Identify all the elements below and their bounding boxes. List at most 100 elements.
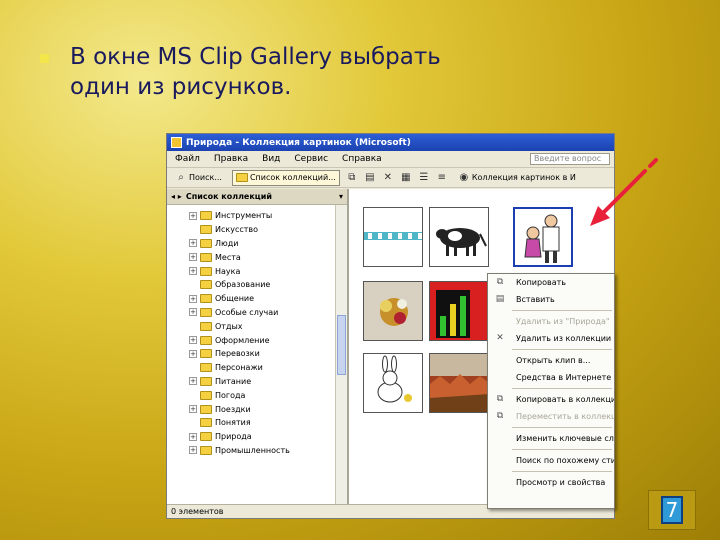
window-titlebar[interactable]: Природа - Коллекция картинок (Microsoft) [167,134,614,151]
expand-icon[interactable]: + [189,349,197,358]
tree-item-concepts[interactable]: Понятия [167,416,335,430]
menu-help[interactable]: Справка [342,154,382,164]
tree-item-nature[interactable]: + Природа [167,430,335,444]
folder-icon [200,432,212,442]
menu-separator [512,388,612,389]
folder-icon [200,418,212,428]
expand-icon[interactable]: + [189,211,197,220]
clip-gallery-online-label: Коллекция картинок в И [471,173,576,182]
globe-icon: ◉ [459,171,469,183]
menu-view[interactable]: Вид [262,154,280,164]
folder-icon [200,445,212,455]
clip-gallery-online-button[interactable]: ◉ Коллекция картинок в И [454,170,580,186]
folder-icon [200,376,212,386]
clip-thumbnail-chart[interactable] [429,281,489,341]
tree-item-industry[interactable]: + Промышленность [167,444,335,458]
copy-icon: ⧉ [496,277,504,287]
tree-item-people[interactable]: + Люди [167,237,335,251]
collections-pane: ◂ ▸ Список коллекций ▾ + Инструменты Иску… [167,189,349,504]
ctx-preview-properties[interactable]: Просмотр и свойства [488,474,614,491]
tree-item-places[interactable]: + Места [167,250,335,264]
collections-list-button[interactable]: Список коллекций... [231,169,340,186]
ctx-find-similar-style[interactable]: Поиск по похожему стилю [488,452,614,469]
search-button[interactable]: ⌕ Поиск... [171,170,226,186]
tree-item-education[interactable]: Образование [167,278,335,292]
ctx-paste[interactable]: ▤ Вставить [488,291,614,308]
menu-separator [512,310,612,311]
collections-list-label: Список коллекций... [249,173,336,182]
expand-icon[interactable]: + [189,253,197,262]
tree-item-food[interactable]: + Питание [167,375,335,389]
clip-thumbnail-border-pattern[interactable] [363,207,423,267]
scrollbar-thumb[interactable] [337,315,346,375]
menu-tools[interactable]: Сервис [294,154,328,164]
pane-header: ◂ ▸ Список коллекций ▾ [167,189,347,205]
expand-icon[interactable]: + [189,336,197,345]
ctx-edit-keywords[interactable]: Изменить ключевые слова [488,430,614,447]
border-pattern-image [364,232,422,240]
tree-item-special-occasions[interactable]: + Особые случаи [167,306,335,320]
tree-item-leisure[interactable]: Отдых [167,319,335,333]
clip-thumbnail-cow[interactable] [429,207,489,267]
copy-to-collection-icon: ⧉ [496,394,504,404]
tree-item-trips[interactable]: + Поездки [167,402,335,416]
tree-item-science[interactable]: + Наука [167,264,335,278]
menu-file[interactable]: Файл [175,154,200,164]
ctx-copy[interactable]: ⧉ Копировать [488,274,614,291]
clip-thumbnail-landscape[interactable] [429,353,489,413]
expand-icon[interactable]: + [189,239,197,248]
tree-item-communication[interactable]: + Общение [167,292,335,306]
chevron-down-icon[interactable]: ▾ [339,192,343,201]
delete-icon: ✕ [496,333,504,343]
expand-icon[interactable]: + [189,432,197,441]
folder-icon [200,363,212,373]
tree-item-instruments[interactable]: + Инструменты [167,209,335,223]
list-view-icon[interactable]: ☰ [418,172,430,184]
pane-title: Список коллекций [185,192,272,201]
slide-bullet: В окне MS Clip Gallery выбрать один из р… [40,42,500,102]
clip-thumbnail-doctor-selected[interactable] [513,207,573,267]
clip-thumbnail-rabbit[interactable] [363,353,423,413]
tree-item-art[interactable]: Искусство [167,223,335,237]
folder-icon [235,173,248,182]
delete-icon[interactable]: ✕ [382,172,394,184]
menu-separator [512,471,612,472]
copy-icon[interactable]: ⧉ [346,172,358,184]
expand-icon[interactable]: + [189,308,197,317]
tree-item-transport[interactable]: + Перевозки [167,347,335,361]
bullet-marker [40,54,49,63]
ctx-tools-on-web[interactable]: Средства в Интернете [488,369,614,386]
expand-icon[interactable]: + [189,405,197,414]
ctx-delete-from-gallery[interactable]: ✕ Удалить из коллекции [488,330,614,347]
bullet-text-line2: один из рисунков. [70,74,292,100]
tree-scrollbar[interactable] [335,205,347,504]
app-icon [171,137,182,148]
folder-icon [200,266,212,276]
details-view-icon[interactable]: ≡ [436,172,448,184]
folder-icon [200,404,212,414]
expand-icon[interactable]: + [189,267,197,276]
menu-edit[interactable]: Правка [214,154,248,164]
paste-icon[interactable]: ▤ [364,172,376,184]
ctx-remove-from-collection: Удалить из "Природа" [516,317,610,326]
expand-icon[interactable]: + [189,294,197,303]
toolbar: ⌕ Поиск... Список коллекций... ⧉ ▤ ✕ ▦ ☰… [167,168,614,188]
tree-item-design[interactable]: + Оформление [167,333,335,347]
thumbnails-view-icon[interactable]: ▦ [400,172,412,184]
expand-icon[interactable]: + [189,446,197,455]
ctx-copy-to-collection[interactable]: ⧉ Копировать в коллекцию [488,391,614,408]
pane-arrows-icon[interactable]: ◂ ▸ [171,192,182,201]
folder-icon [200,307,212,317]
rabbit-image [377,355,412,403]
move-to-collection-icon: ⧉ [496,411,504,421]
folder-icon [200,211,212,221]
ctx-open-clip-in[interactable]: Открыть клип в... [488,352,614,369]
menu-separator [512,427,612,428]
folder-icon [200,225,212,235]
context-menu: ⧉ Копировать ▤ Вставить Удалить из "Природ… [487,273,615,509]
clip-thumbnail-flowers[interactable] [363,281,423,341]
expand-icon[interactable]: + [189,377,197,386]
tree-item-characters[interactable]: Персонажи [167,361,335,375]
search-icon: ⌕ [178,171,184,183]
tree-item-weather[interactable]: Погода [167,388,335,402]
